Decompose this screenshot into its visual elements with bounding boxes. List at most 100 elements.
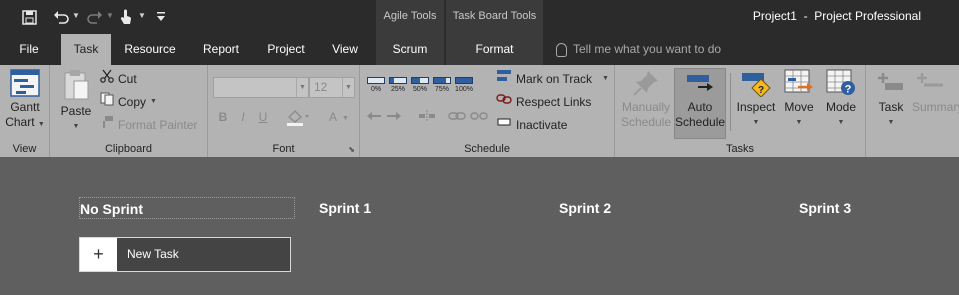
manually-schedule-label-2: Schedule bbox=[620, 115, 672, 129]
touch-dropdown-icon[interactable]: ▼ bbox=[138, 11, 146, 20]
mode-icon: ? bbox=[826, 69, 856, 97]
unlink-tasks-icon bbox=[470, 109, 488, 126]
pct-75-icon bbox=[433, 77, 451, 84]
column-header-no-sprint[interactable]: No Sprint bbox=[79, 197, 295, 219]
pushpin-icon bbox=[632, 69, 660, 97]
font-dialog-launcher-icon[interactable]: ⬊ bbox=[348, 145, 355, 154]
underline-button: U bbox=[258, 110, 268, 124]
copy-dropdown-icon[interactable]: ▼ bbox=[150, 92, 157, 112]
mode-button[interactable]: ? Mode ▼ bbox=[820, 69, 862, 130]
schedule-group: 0% 25% 50% 75% 100% Mark on Track ▼ Resp… bbox=[360, 65, 615, 157]
column-header-sprint-3[interactable]: Sprint 3 bbox=[799, 200, 851, 216]
pct-25-button[interactable]: 25% bbox=[388, 77, 408, 93]
indent-icon bbox=[386, 109, 402, 126]
new-task-label: New Task bbox=[117, 238, 290, 271]
gantt-chart-button[interactable]: Gantt Chart ▼ bbox=[3, 69, 47, 132]
font-size-combo: 12 ▼ bbox=[309, 77, 355, 98]
insert-task-icon bbox=[877, 69, 905, 97]
pct-100-button[interactable]: 100% bbox=[454, 77, 474, 93]
column-header-sprint-1[interactable]: Sprint 1 bbox=[319, 200, 371, 216]
column-header-sprint-2[interactable]: Sprint 2 bbox=[559, 200, 611, 216]
tab-scrum[interactable]: Scrum bbox=[376, 34, 444, 65]
task-board: No Sprint Sprint 1 Sprint 2 Sprint 3 + N… bbox=[0, 157, 959, 295]
font-name-dropdown-icon: ▼ bbox=[296, 78, 308, 97]
inspect-icon: ? bbox=[741, 69, 771, 98]
tasks-group: Manually Schedule Auto Schedule ? Inspec… bbox=[615, 65, 866, 157]
copy-button[interactable]: Copy ▼ bbox=[100, 92, 157, 112]
mode-dropdown-icon[interactable]: ▼ bbox=[820, 115, 862, 130]
tell-me-search[interactable]: Tell me what you want to do bbox=[556, 34, 721, 65]
auto-schedule-label-2: Schedule bbox=[675, 115, 726, 129]
tasks-group-label: Tasks bbox=[725, 143, 755, 155]
manually-schedule-label-1: Manually bbox=[621, 100, 671, 114]
inspect-dropdown-icon[interactable]: ▼ bbox=[734, 115, 778, 130]
window-title: Project1 - Project Professional bbox=[752, 9, 921, 23]
format-painter-label: Format Painter bbox=[118, 118, 198, 132]
touch-mode-icon[interactable] bbox=[116, 7, 136, 27]
agile-tools-label: Agile Tools bbox=[383, 10, 437, 22]
cut-label: Cut bbox=[118, 72, 137, 86]
inspect-button[interactable]: ? Inspect ▼ bbox=[734, 69, 778, 130]
tab-project[interactable]: Project bbox=[259, 34, 313, 65]
font-group: ▼ 12 ▼ B I U A ▼ Font ⬊ bbox=[208, 65, 360, 157]
undo-icon[interactable] bbox=[50, 7, 72, 27]
insert-summary-icon bbox=[916, 69, 944, 97]
task-board-tools-label: Task Board Tools bbox=[452, 10, 537, 22]
view-group-label: View bbox=[12, 143, 37, 155]
inactivate-label: Inactivate bbox=[516, 118, 568, 132]
pct-0-button[interactable]: 0% bbox=[366, 77, 386, 93]
mark-on-track-button[interactable]: Mark on Track ▼ bbox=[496, 69, 609, 89]
view-group: Gantt Chart ▼ View bbox=[0, 65, 50, 157]
insert-summary-button: Summary bbox=[912, 69, 959, 115]
redo-icon bbox=[84, 7, 106, 27]
customize-toolbar-icon[interactable] bbox=[154, 7, 168, 27]
tab-task[interactable]: Task bbox=[61, 34, 111, 66]
tab-report[interactable]: Report bbox=[195, 34, 247, 65]
paste-button[interactable]: Paste ▼ bbox=[57, 69, 95, 134]
auto-schedule-label-1: Auto bbox=[687, 100, 713, 114]
tasks-separator bbox=[730, 73, 731, 131]
font-color-dropdown-icon: ▼ bbox=[342, 115, 349, 122]
respect-links-button[interactable]: Respect Links bbox=[496, 92, 591, 112]
title-bar: ▼ ▼ ▼ Agile Tools Task Board Tools Proje… bbox=[0, 0, 959, 65]
insert-task-dropdown-icon[interactable]: ▼ bbox=[874, 115, 908, 130]
outdent-icon bbox=[366, 109, 382, 126]
paste-dropdown-icon[interactable]: ▼ bbox=[57, 119, 95, 134]
pct-0-icon bbox=[367, 77, 385, 84]
gantt-chart-label-2: Chart ▼ bbox=[5, 115, 45, 129]
tab-view[interactable]: View bbox=[324, 34, 366, 65]
insert-task-button[interactable]: Task ▼ bbox=[874, 69, 908, 130]
manually-schedule-button: Manually Schedule bbox=[619, 69, 673, 130]
svg-text:?: ? bbox=[845, 84, 852, 96]
inactivate-button[interactable]: Inactivate bbox=[496, 115, 567, 135]
mark-on-track-label: Mark on Track bbox=[516, 72, 593, 86]
font-group-label: Font bbox=[272, 143, 295, 155]
tab-file[interactable]: File bbox=[8, 34, 50, 65]
mark-on-track-dropdown-icon[interactable]: ▼ bbox=[602, 69, 609, 89]
auto-schedule-icon bbox=[686, 69, 714, 97]
font-name-combo: ▼ bbox=[213, 77, 309, 98]
tab-format[interactable]: Format bbox=[446, 34, 543, 65]
gantt-chart-icon bbox=[10, 69, 40, 97]
cut-button[interactable]: Cut bbox=[100, 69, 137, 89]
respect-links-icon bbox=[496, 92, 512, 112]
pct-75-button[interactable]: 75% bbox=[432, 77, 452, 93]
fill-color-icon bbox=[286, 108, 310, 129]
save-icon[interactable] bbox=[18, 7, 40, 27]
split-task-icon bbox=[418, 109, 436, 126]
pct-50-button[interactable]: 50% bbox=[410, 77, 430, 93]
tab-resource[interactable]: Resource bbox=[117, 34, 183, 65]
copy-label: Copy bbox=[118, 95, 147, 109]
mark-on-track-icon bbox=[496, 69, 512, 89]
font-color-button: A bbox=[328, 110, 337, 124]
new-task-button[interactable]: + New Task bbox=[79, 237, 291, 272]
gantt-chart-label-1: Gantt bbox=[10, 100, 40, 114]
move-dropdown-icon[interactable]: ▼ bbox=[778, 115, 820, 130]
redo-dropdown-icon: ▼ bbox=[106, 11, 114, 20]
paste-icon bbox=[62, 69, 90, 101]
italic-button: I bbox=[241, 110, 245, 124]
move-button[interactable]: Move ▼ bbox=[778, 69, 820, 130]
auto-schedule-button[interactable]: Auto Schedule bbox=[674, 68, 726, 139]
pct-25-icon bbox=[389, 77, 407, 84]
undo-dropdown-icon[interactable]: ▼ bbox=[72, 11, 80, 20]
